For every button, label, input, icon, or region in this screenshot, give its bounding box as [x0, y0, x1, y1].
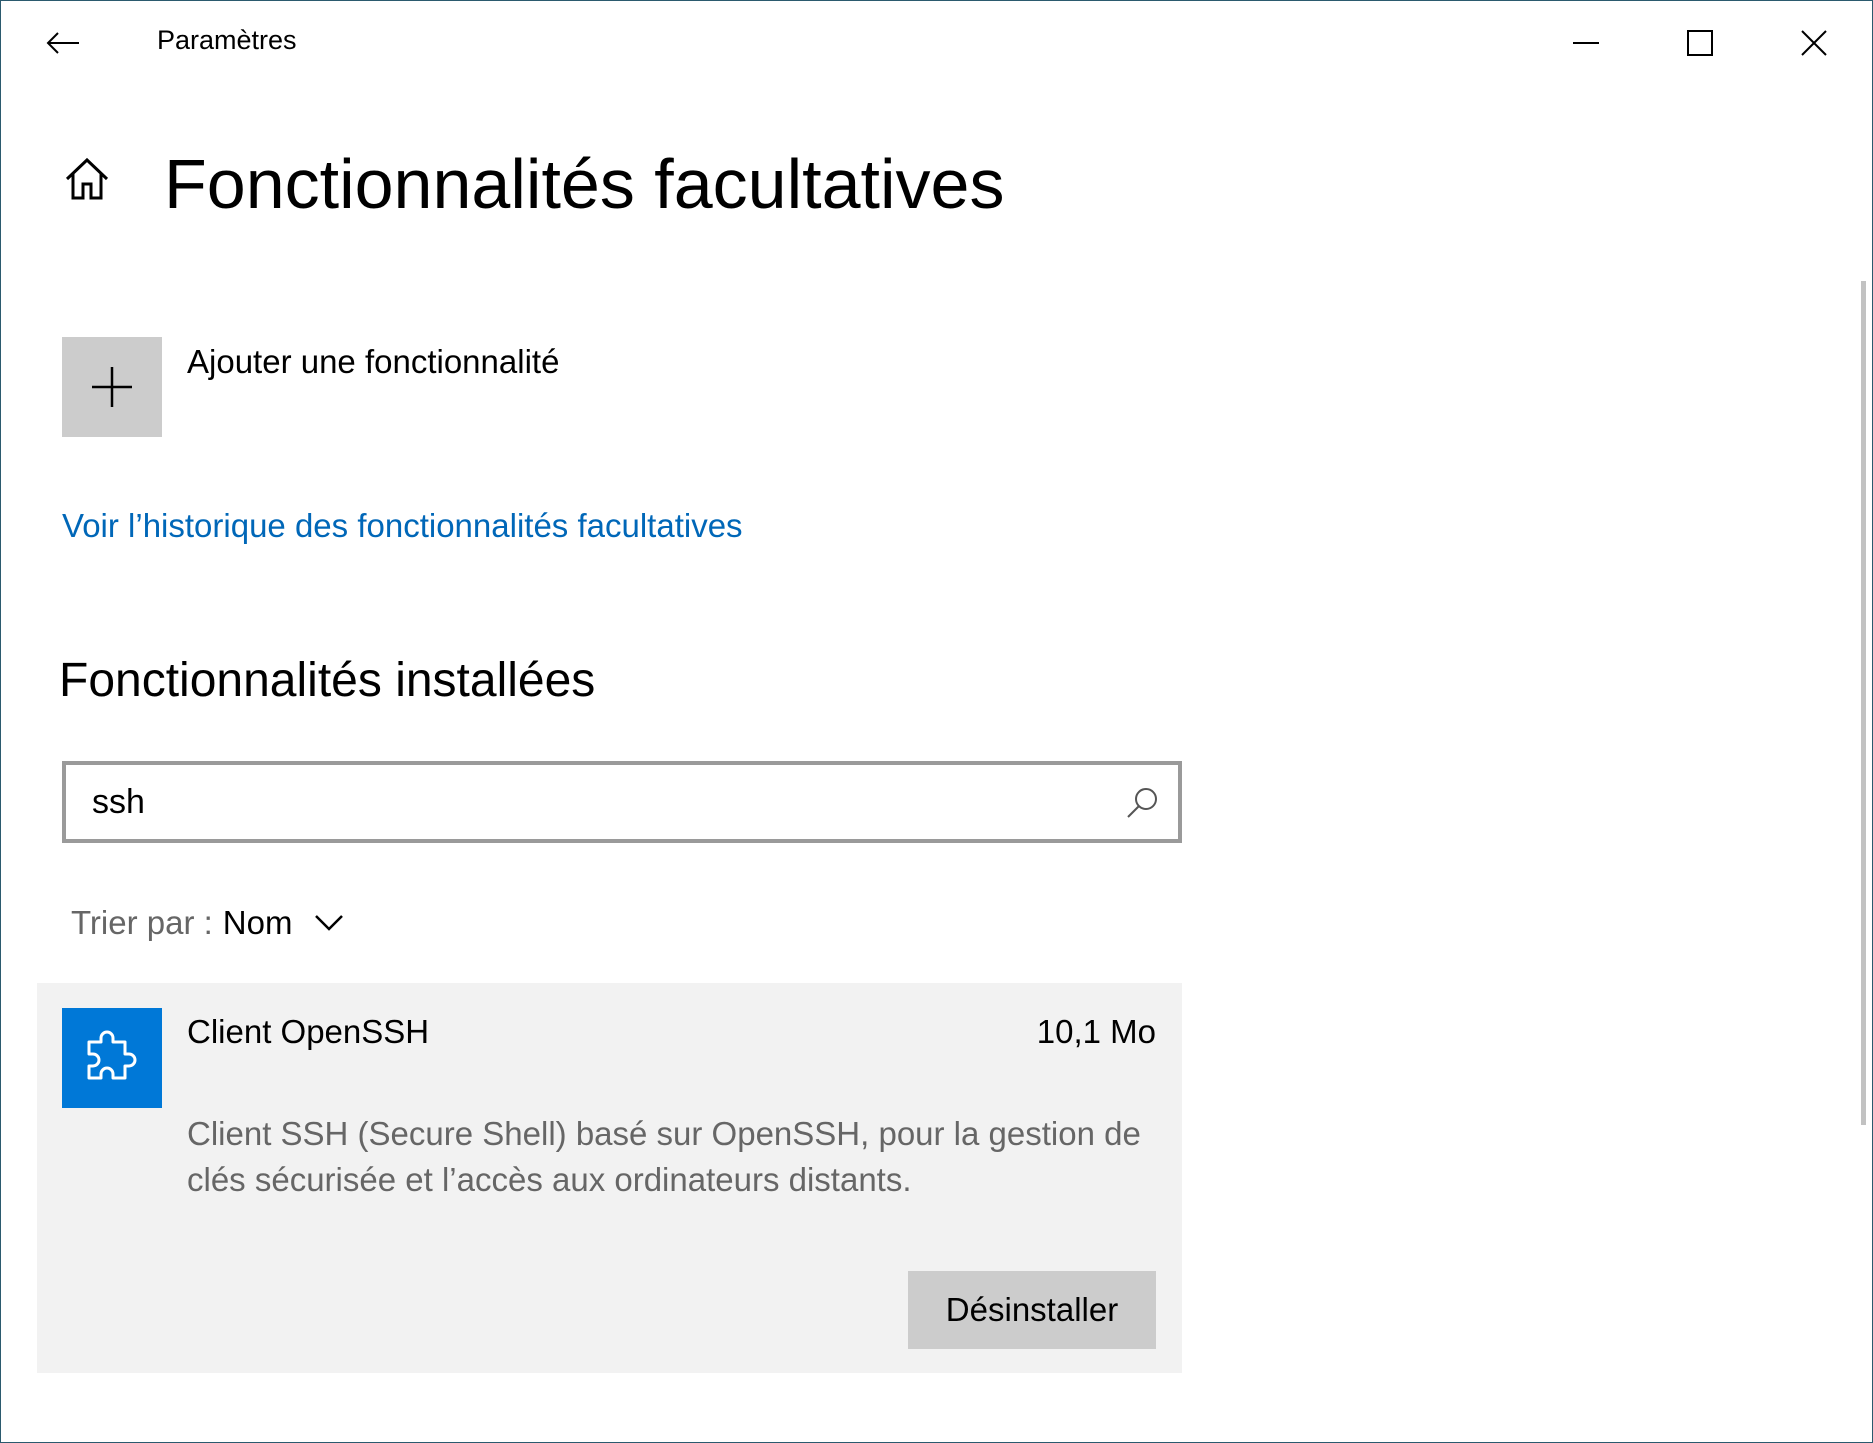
sort-dropdown[interactable]: Trier par : Nom	[71, 901, 344, 945]
settings-window: Paramètres Fonctionnalités facultatives	[0, 0, 1873, 1443]
chevron-down-icon	[314, 914, 344, 932]
installed-section-title: Fonctionnalités installées	[59, 654, 596, 707]
home-button[interactable]	[59, 151, 115, 207]
page-title: Fonctionnalités facultatives	[164, 145, 1005, 223]
maximize-button[interactable]	[1643, 1, 1757, 85]
back-arrow-icon	[46, 32, 79, 54]
home-icon	[65, 157, 109, 200]
search-input[interactable]	[92, 765, 1092, 839]
title-bar: Paramètres	[1, 1, 1872, 85]
back-button[interactable]	[31, 15, 95, 71]
feature-size: 10,1 Mo	[1036, 1013, 1156, 1050]
puzzle-icon	[87, 1030, 137, 1080]
feature-name: Client OpenSSH	[187, 1013, 430, 1050]
search-box	[62, 761, 1182, 843]
search-button[interactable]	[1124, 783, 1162, 821]
search-icon	[1127, 788, 1157, 818]
scrollbar-thumb[interactable]	[1861, 281, 1866, 1125]
minimize-icon	[1573, 42, 1599, 44]
uninstall-button[interactable]: Désinstaller	[908, 1271, 1156, 1349]
close-icon	[1801, 30, 1827, 56]
minimize-button[interactable]	[1529, 1, 1643, 85]
sort-value: Nom	[222, 904, 293, 941]
feature-description: Client SSH (Secure Shell) basé sur OpenS…	[187, 1115, 1141, 1198]
add-feature-button[interactable]	[62, 337, 162, 437]
add-feature-label[interactable]: Ajouter une fonctionnalité	[187, 343, 559, 381]
feature-icon-tile	[62, 1008, 162, 1108]
feature-item[interactable]: Client OpenSSH 10,1 Mo Client SSH (Secur…	[37, 983, 1182, 1373]
maximize-icon	[1687, 30, 1713, 56]
app-title: Paramètres	[157, 25, 297, 55]
close-button[interactable]	[1757, 1, 1871, 85]
history-link[interactable]: Voir l’historique des fonctionnalités fa…	[62, 507, 743, 545]
sort-label: Trier par :	[71, 904, 213, 941]
plus-icon	[92, 367, 132, 407]
